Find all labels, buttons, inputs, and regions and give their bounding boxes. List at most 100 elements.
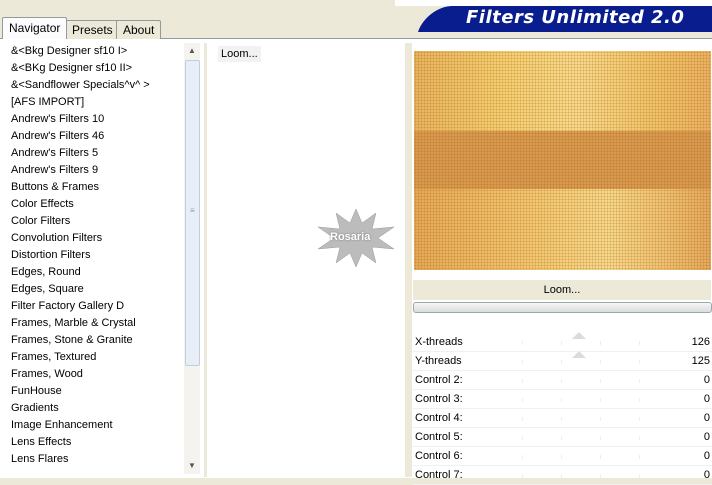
grip-icon: ≡ <box>190 206 195 215</box>
preview-image <box>414 51 711 270</box>
banner-title: Filters Unlimited 2.0 <box>466 7 685 28</box>
progress-bar <box>413 302 712 313</box>
slider-tick <box>639 360 640 364</box>
control-label: Y-threads <box>415 355 462 367</box>
slider-tick <box>522 360 523 364</box>
slider-tick <box>561 360 562 364</box>
slider-tick <box>639 379 640 383</box>
apply-filter-button[interactable]: Loom... <box>413 280 711 300</box>
category-item[interactable]: Edges, Round <box>4 264 184 281</box>
preview-thread-pattern <box>414 51 711 270</box>
slider-tick <box>561 474 562 478</box>
filter-item-loom[interactable]: Loom... <box>218 46 261 62</box>
tab-presets[interactable]: Presets <box>65 20 120 39</box>
slider-tick <box>600 455 601 459</box>
control-label: Control 2: <box>415 374 463 386</box>
category-item[interactable]: Lens Flares <box>4 451 184 468</box>
scroll-down-arrow-icon[interactable]: ▼ <box>184 458 200 474</box>
control-label: X-threads <box>415 336 463 348</box>
slider-tick <box>639 455 640 459</box>
slider-tick <box>600 398 601 402</box>
scrollbar-thumb[interactable]: ≡ <box>185 60 200 366</box>
slider-tick <box>600 341 601 345</box>
control-slider[interactable] <box>483 398 678 402</box>
control-row: Control 7: 0 <box>413 466 712 485</box>
category-item[interactable]: Lens Effects <box>4 434 184 451</box>
category-scrollbar[interactable]: ▲ ≡ ▼ <box>184 43 200 474</box>
slider-tick <box>639 474 640 478</box>
control-row: X-threads 126 <box>413 332 712 352</box>
control-slider[interactable] <box>483 379 678 383</box>
category-item[interactable]: Color Effects <box>4 196 184 213</box>
control-row: Control 3: 0 <box>413 390 712 409</box>
control-row: Control 6: 0 <box>413 447 712 466</box>
category-item[interactable]: Color Filters <box>4 213 184 230</box>
control-row: Control 5: 0 <box>413 428 712 447</box>
slider-tick <box>522 455 523 459</box>
category-item[interactable]: Filter Factory Gallery D <box>4 298 184 315</box>
tab-navigator[interactable]: Navigator <box>2 17 68 39</box>
control-value: 126 <box>691 336 710 348</box>
category-item[interactable]: Andrew's Filters 10 <box>4 111 184 128</box>
slider-tick <box>561 379 562 383</box>
control-slider[interactable] <box>483 351 678 364</box>
control-value: 0 <box>703 393 710 405</box>
slider-tick <box>600 360 601 364</box>
slider-thumb[interactable] <box>571 351 586 358</box>
scroll-up-arrow-icon[interactable]: ▲ <box>184 43 200 59</box>
category-item[interactable]: Frames, Marble & Crystal <box>4 315 184 332</box>
control-slider[interactable] <box>483 474 678 478</box>
slider-tick <box>600 436 601 440</box>
control-slider[interactable] <box>483 417 678 421</box>
control-label: Control 6: <box>415 450 463 462</box>
category-item[interactable]: Gradients <box>4 400 184 417</box>
category-item[interactable]: Distortion Filters <box>4 247 184 264</box>
category-item[interactable]: Edges, Square <box>4 281 184 298</box>
category-item[interactable]: Andrew's Filters 46 <box>4 128 184 145</box>
slider-tick <box>639 398 640 402</box>
category-item[interactable]: Frames, Textured <box>4 349 184 366</box>
category-item[interactable]: Buttons & Frames <box>4 179 184 196</box>
pane-divider <box>405 43 412 477</box>
control-value: 0 <box>703 412 710 424</box>
slider-tick <box>600 474 601 478</box>
slider-tick <box>522 417 523 421</box>
control-label: Control 4: <box>415 412 463 424</box>
control-value: 0 <box>703 431 710 443</box>
slider-tick <box>561 341 562 345</box>
control-slider[interactable] <box>483 332 678 345</box>
control-label: Control 7: <box>415 469 463 481</box>
category-item[interactable]: Frames, Wood <box>4 366 184 383</box>
control-row: Control 2: 0 <box>413 371 712 390</box>
filter-controls: X-threads 126 Y-threads 125 Control 2: 0 Contr… <box>413 332 712 485</box>
category-list[interactable]: &<Bkg Designer sf10 I> &<BKg Designer sf1… <box>4 43 184 477</box>
category-item[interactable]: FunHouse <box>4 383 184 400</box>
control-value: 0 <box>703 469 710 481</box>
category-item[interactable]: &<BKg Designer sf10 II> <box>4 60 184 77</box>
control-label: Control 3: <box>415 393 463 405</box>
control-value: 125 <box>691 355 710 367</box>
slider-tick <box>522 436 523 440</box>
tab-about[interactable]: About <box>116 20 162 39</box>
slider-tick <box>522 474 523 478</box>
control-slider[interactable] <box>483 436 678 440</box>
category-item[interactable]: Image Enhancement <box>4 417 184 434</box>
slider-tick <box>639 341 640 345</box>
category-item[interactable]: &<Bkg Designer sf10 I> <box>4 43 184 60</box>
category-item[interactable]: Frames, Stone & Granite <box>4 332 184 349</box>
logo-text: Rosaria <box>330 231 371 243</box>
slider-tick <box>561 398 562 402</box>
control-slider[interactable] <box>483 455 678 459</box>
category-item[interactable]: Andrew's Filters 9 <box>4 162 184 179</box>
slider-tick <box>561 417 562 421</box>
category-item[interactable]: Andrew's Filters 5 <box>4 145 184 162</box>
control-value: 0 <box>703 374 710 386</box>
slider-tick <box>561 455 562 459</box>
control-value: 0 <box>703 450 710 462</box>
category-item[interactable]: &<Sandflower Specials^v^ > <box>4 77 184 94</box>
slider-tick <box>522 341 523 345</box>
slider-thumb[interactable] <box>571 332 586 339</box>
category-item[interactable]: [AFS IMPORT] <box>4 94 184 111</box>
control-row: Control 4: 0 <box>413 409 712 428</box>
category-item[interactable]: Convolution Filters <box>4 230 184 247</box>
